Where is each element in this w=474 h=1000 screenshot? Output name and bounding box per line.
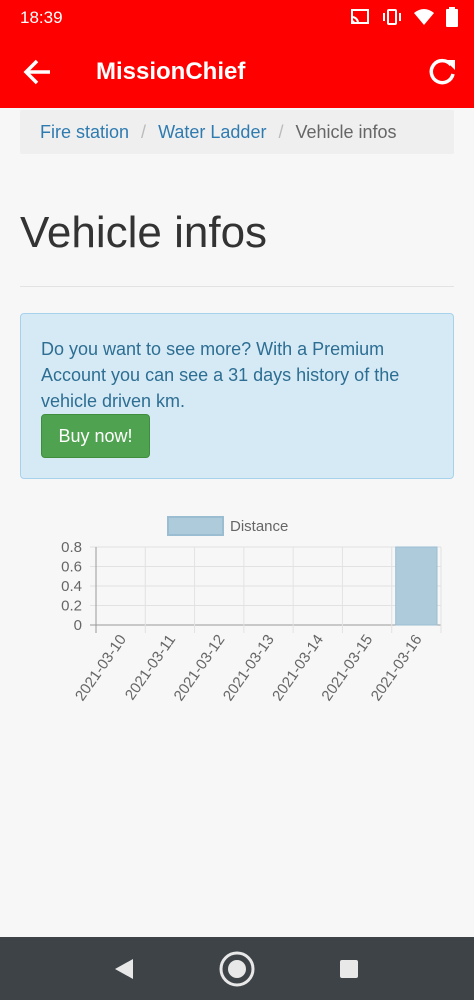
system-nav-bar: [0, 937, 474, 1000]
breadcrumb-current: Vehicle infos: [295, 121, 397, 142]
wifi-icon: [414, 9, 434, 25]
premium-alert: Do you want to see more? With a Premium …: [20, 313, 454, 479]
app-bar: MissionChief: [0, 36, 474, 108]
buy-now-button[interactable]: Buy now!: [41, 414, 150, 458]
y-tick-label: 0.6: [61, 559, 82, 576]
back-button[interactable]: [18, 52, 58, 92]
distance-chart-svg: Distance0.80.60.40.202021-03-102021-03-1…: [61, 516, 442, 705]
y-tick-label: 0.4: [61, 578, 82, 595]
back-triangle-icon: [115, 959, 133, 979]
cast-icon: [351, 9, 369, 24]
bar-distance: [395, 546, 438, 626]
home-circle-icon: [219, 951, 255, 987]
y-tick-label: 0.8: [61, 539, 82, 556]
breadcrumb-separator: /: [141, 121, 147, 142]
distance-chart: Distance 0.8 0.6 0.4 0.2 0 2021-03-10 2021-03-1…: [0, 505, 474, 725]
refresh-icon: [429, 58, 455, 85]
breadcrumb-separator: /: [278, 121, 284, 142]
vibrate-icon: [383, 9, 401, 25]
status-bar: 18:39: [0, 0, 474, 36]
legend-label-distance: Distance: [230, 518, 288, 535]
app-title: MissionChief: [96, 58, 246, 85]
y-tick-label: 0.2: [61, 598, 82, 615]
status-icons: [350, 7, 458, 27]
page-title: Vehicle infos: [20, 208, 268, 257]
recents-square-icon: [340, 960, 358, 978]
y-tick-label: 0: [74, 617, 82, 634]
title-divider: [20, 286, 454, 287]
breadcrumb-fire-station[interactable]: Fire station: [40, 122, 129, 143]
nav-home-button[interactable]: [217, 949, 257, 989]
status-time: 18:39: [20, 8, 63, 27]
breadcrumb: Fire station / Water Ladder / Vehicle in…: [20, 110, 454, 154]
x-tick-label: 2021-03-11: [122, 632, 179, 704]
breadcrumb-water-ladder[interactable]: Water Ladder: [158, 122, 266, 143]
battery-icon: [446, 7, 458, 27]
legend-swatch-distance: [167, 516, 224, 536]
premium-alert-message: Do you want to see more? With a Premium …: [41, 339, 400, 411]
refresh-button[interactable]: [424, 54, 460, 90]
arrow-left-icon: [23, 59, 50, 85]
nav-back-button[interactable]: [104, 949, 144, 989]
x-tick-label: 2021-03-16: [368, 632, 426, 705]
nav-recents-button[interactable]: [329, 949, 369, 989]
